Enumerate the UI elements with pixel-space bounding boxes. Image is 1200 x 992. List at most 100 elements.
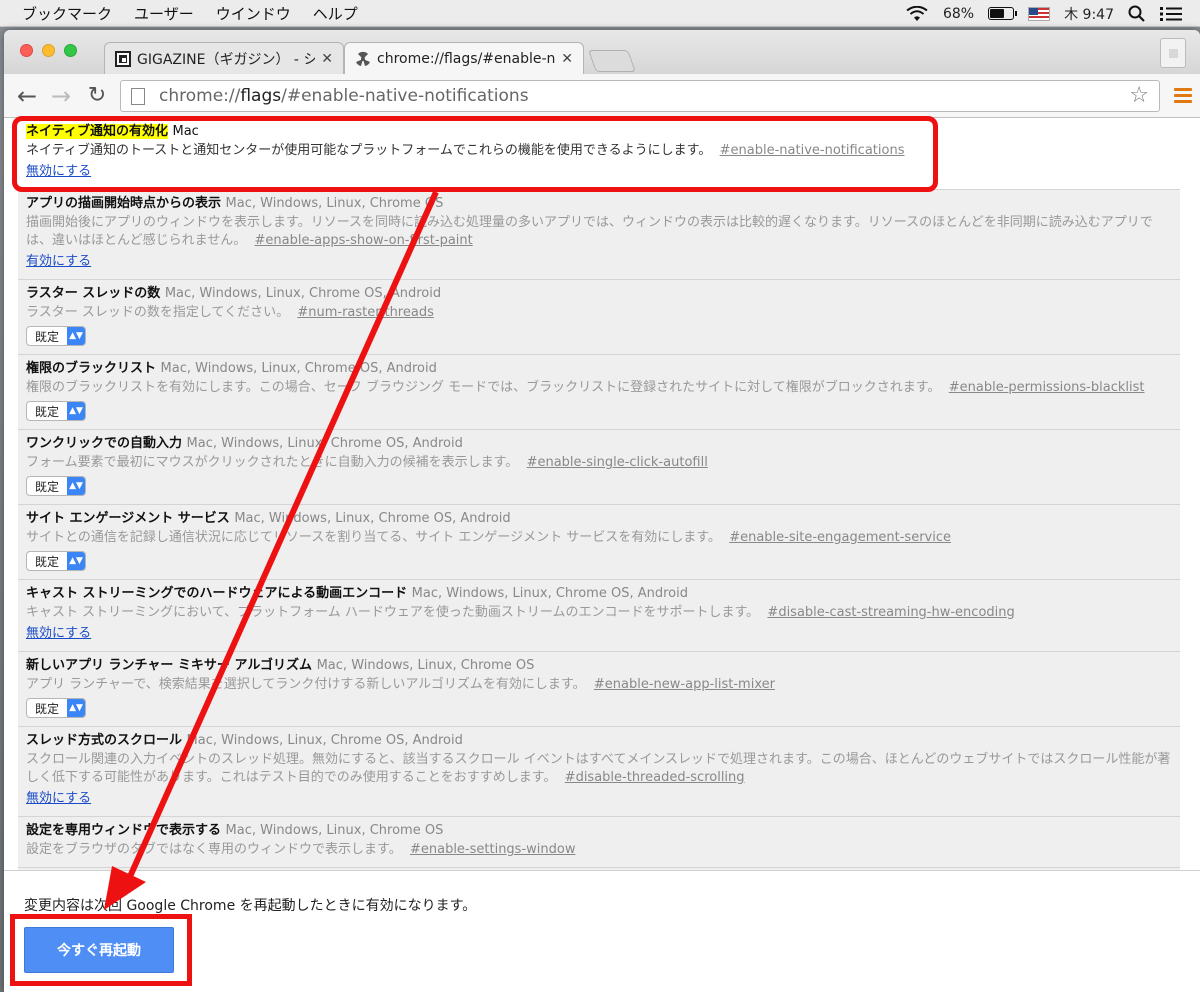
- address-bar[interactable]: chrome://flags/#enable-native-notificati…: [120, 80, 1160, 112]
- flag-anchor-link[interactable]: #enable-site-engagement-service: [729, 530, 951, 545]
- restart-notice: 変更内容は次回 Google Chrome を再起動したときに有効になります。: [24, 898, 477, 914]
- flag-anchor-link[interactable]: #enable-apps-show-on-first-paint: [255, 233, 473, 248]
- flag-platforms: Mac, Windows, Linux, Chrome OS: [225, 196, 444, 211]
- flag-row: 権限のブラックリスト Mac, Windows, Linux, Chrome O…: [18, 355, 1180, 430]
- flag-platforms: Mac, Windows, Linux, Chrome OS: [225, 823, 444, 838]
- close-window-button[interactable]: [20, 44, 33, 57]
- macos-menu-bar: ブックマーク ユーザー ウインドウ ヘルプ 68% 木 9:47: [0, 0, 1200, 27]
- menubar-clock[interactable]: 木 9:47: [1064, 4, 1114, 24]
- forward-arrow-icon[interactable]: →: [48, 83, 74, 109]
- profile-avatar-button[interactable]: [1160, 38, 1186, 68]
- flag-platforms: Mac, Windows, Linux, Chrome OS, Android: [164, 286, 442, 301]
- flag-platforms: Mac, Windows, Linux, Chrome OS, Android: [234, 511, 511, 526]
- flag-anchor-link[interactable]: #num-raster-threads: [297, 305, 434, 320]
- flag-title: キャスト ストリーミングでのハードウェアによる動画エンコード: [26, 586, 408, 601]
- flag-anchor-link[interactable]: #enable-settings-window: [410, 842, 576, 857]
- flag-select[interactable]: 既定 ▲▼: [26, 698, 87, 718]
- flag-description: スクロール関連の入力イベントのスレッド処理。無効にすると、該当するスクロール イ…: [26, 752, 1171, 785]
- chrome-menu-icon[interactable]: [1174, 88, 1192, 104]
- battery-icon[interactable]: [988, 7, 1018, 20]
- tab-gigazine[interactable]: GIGAZINE（ギガジン） - シン ✕: [104, 42, 344, 74]
- spotlight-search-icon[interactable]: [1128, 5, 1146, 23]
- menubar-status-area: 68% 木 9:47: [905, 0, 1200, 27]
- flag-select[interactable]: 既定 ▲▼: [26, 401, 87, 421]
- flag-anchor-link[interactable]: #enable-native-notifications: [720, 143, 905, 158]
- select-stepper-icon: ▲▼: [67, 402, 86, 420]
- menu-help[interactable]: ヘルプ: [313, 3, 358, 24]
- flag-row: キャスト ストリーミングでのハードウェアによる動画エンコード Mac, Wind…: [18, 580, 1180, 652]
- disable-link[interactable]: 無効にする: [26, 790, 91, 808]
- address-url[interactable]: chrome://flags/#enable-native-notificati…: [159, 86, 529, 106]
- flag-row: アプリの描画開始時点からの表示 Mac, Windows, Linux, Chr…: [18, 190, 1180, 280]
- flag-title: 権限のブラックリスト: [26, 361, 157, 376]
- flag-description: キャスト ストリーミングにおいて、プラットフォーム ハードウェアを使った動画スト…: [26, 605, 1015, 620]
- flag-select-value: 既定: [35, 329, 60, 344]
- tab-strip: GIGAZINE（ギガジン） - シン ✕ chrome://flags/#en…: [4, 30, 1200, 74]
- select-stepper-icon: ▲▼: [67, 327, 86, 345]
- close-tab-icon[interactable]: ✕: [321, 51, 333, 67]
- new-tab-button[interactable]: [587, 50, 637, 72]
- flag-select[interactable]: 既定 ▲▼: [26, 476, 87, 496]
- flag-anchor-link[interactable]: #enable-single-click-autofill: [527, 455, 708, 470]
- flag-title: アプリの描画開始時点からの表示: [26, 196, 222, 211]
- flag-description: フォーム要素で最初にマウスがクリックされたときに自動入力の候補を表示します。 #…: [26, 455, 708, 470]
- flags-favicon-icon: [356, 51, 370, 66]
- flag-row: サイト エンゲージメント サービス Mac, Windows, Linux, C…: [18, 505, 1180, 580]
- flag-anchor-link[interactable]: #enable-new-app-list-mixer: [594, 677, 775, 692]
- menu-window[interactable]: ウインドウ: [216, 3, 291, 24]
- disable-link[interactable]: 無効にする: [26, 163, 91, 181]
- flag-row: ラスター スレッドの数 Mac, Windows, Linux, Chrome …: [18, 280, 1180, 355]
- menu-users[interactable]: ユーザー: [134, 3, 194, 24]
- wifi-icon[interactable]: [905, 5, 929, 22]
- flag-row: スレッド方式のスクロール Mac, Windows, Linux, Chrome…: [18, 727, 1180, 817]
- flag-platforms: Mac, Windows, Linux, Chrome OS, Android: [411, 586, 688, 601]
- flag-row: 新しいアプリ ランチャー ミキサー アルゴリズム Mac, Windows, L…: [18, 652, 1180, 727]
- flag-description: 描画開始後にアプリのウィンドウを表示します。リソースを同時に読み込む処理量の多い…: [26, 215, 1153, 248]
- tab-title: GIGAZINE（ギガジン） - シン: [137, 51, 316, 68]
- disable-link[interactable]: 無効にする: [26, 625, 91, 643]
- flag-select-value: 既定: [35, 479, 60, 494]
- flag-row: 設定を専用ウィンドウで表示する Mac, Windows, Linux, Chr…: [18, 817, 1180, 868]
- tab-chrome-flags[interactable]: chrome://flags/#enable-na ✕: [344, 42, 584, 74]
- enable-link[interactable]: 有効にする: [26, 253, 91, 271]
- flag-platforms: Mac, Windows, Linux, Chrome OS: [316, 658, 535, 673]
- flag-row: ネイティブ通知の有効化 Mac ネイティブ通知のトーストと通知センターが使用可能…: [18, 118, 1180, 190]
- flag-row: ワンクリックでの自動入力 Mac, Windows, Linux, Chrome…: [18, 430, 1180, 505]
- flag-description: ネイティブ通知のトーストと通知センターが使用可能なプラットフォームでこれらの機能…: [26, 143, 905, 158]
- flag-platforms: Mac, Windows, Linux, Chrome OS, Android: [186, 436, 463, 451]
- tab-title: chrome://flags/#enable-na: [377, 50, 556, 67]
- flag-platforms: Mac, Windows, Linux, Chrome OS, Android: [186, 733, 463, 748]
- flag-title: ワンクリックでの自動入力: [26, 436, 183, 451]
- flag-select[interactable]: 既定 ▲▼: [26, 551, 87, 571]
- zoom-window-button[interactable]: [64, 44, 77, 57]
- close-tab-icon[interactable]: ✕: [561, 51, 573, 67]
- notification-center-icon[interactable]: [1160, 6, 1182, 22]
- restart-now-button[interactable]: 今すぐ再起動: [24, 927, 174, 973]
- flag-select-value: 既定: [35, 554, 60, 569]
- flag-title: ラスター スレッドの数: [26, 286, 161, 301]
- flag-description: 設定をブラウザのタブではなく専用のウィンドウで表示します。 #enable-se…: [26, 842, 576, 857]
- input-source-flag-icon[interactable]: [1028, 6, 1051, 21]
- flag-title: ネイティブ通知の有効化: [26, 124, 168, 139]
- bookmark-star-icon[interactable]: ☆: [1129, 83, 1149, 108]
- select-stepper-icon: ▲▼: [67, 552, 86, 570]
- gigazine-favicon-icon: [115, 50, 131, 67]
- restart-bar: 変更内容は次回 Google Chrome を再起動したときに有効になります。 …: [4, 870, 1200, 992]
- flag-anchor-link[interactable]: #enable-permissions-blacklist: [949, 380, 1145, 395]
- flag-description: アプリ ランチャーで、検索結果を選択してランク付けする新しいアルゴリズムを有効に…: [26, 677, 775, 692]
- flag-platforms: Mac, Windows, Linux, Chrome OS, Android: [160, 361, 437, 376]
- select-stepper-icon: ▲▼: [67, 477, 86, 495]
- battery-percent: 68%: [942, 5, 975, 22]
- menu-bookmarks[interactable]: ブックマーク: [22, 3, 112, 24]
- chrome-window: GIGAZINE（ギガジン） - シン ✕ chrome://flags/#en…: [4, 30, 1200, 992]
- flag-anchor-link[interactable]: #disable-cast-streaming-hw-encoding: [767, 605, 1014, 620]
- flag-anchor-link[interactable]: #disable-threaded-scrolling: [565, 770, 745, 785]
- minimize-window-button[interactable]: [42, 44, 55, 57]
- flag-select-value: 既定: [35, 701, 60, 716]
- flag-title: スレッド方式のスクロール: [26, 733, 183, 748]
- flag-select[interactable]: 既定 ▲▼: [26, 326, 87, 346]
- reload-icon[interactable]: ↻: [84, 83, 110, 109]
- flags-list: ネイティブ通知の有効化 Mac ネイティブ通知のトーストと通知センターが使用可能…: [18, 118, 1180, 870]
- flag-title: サイト エンゲージメント サービス: [26, 511, 230, 526]
- back-arrow-icon[interactable]: ←: [14, 83, 40, 109]
